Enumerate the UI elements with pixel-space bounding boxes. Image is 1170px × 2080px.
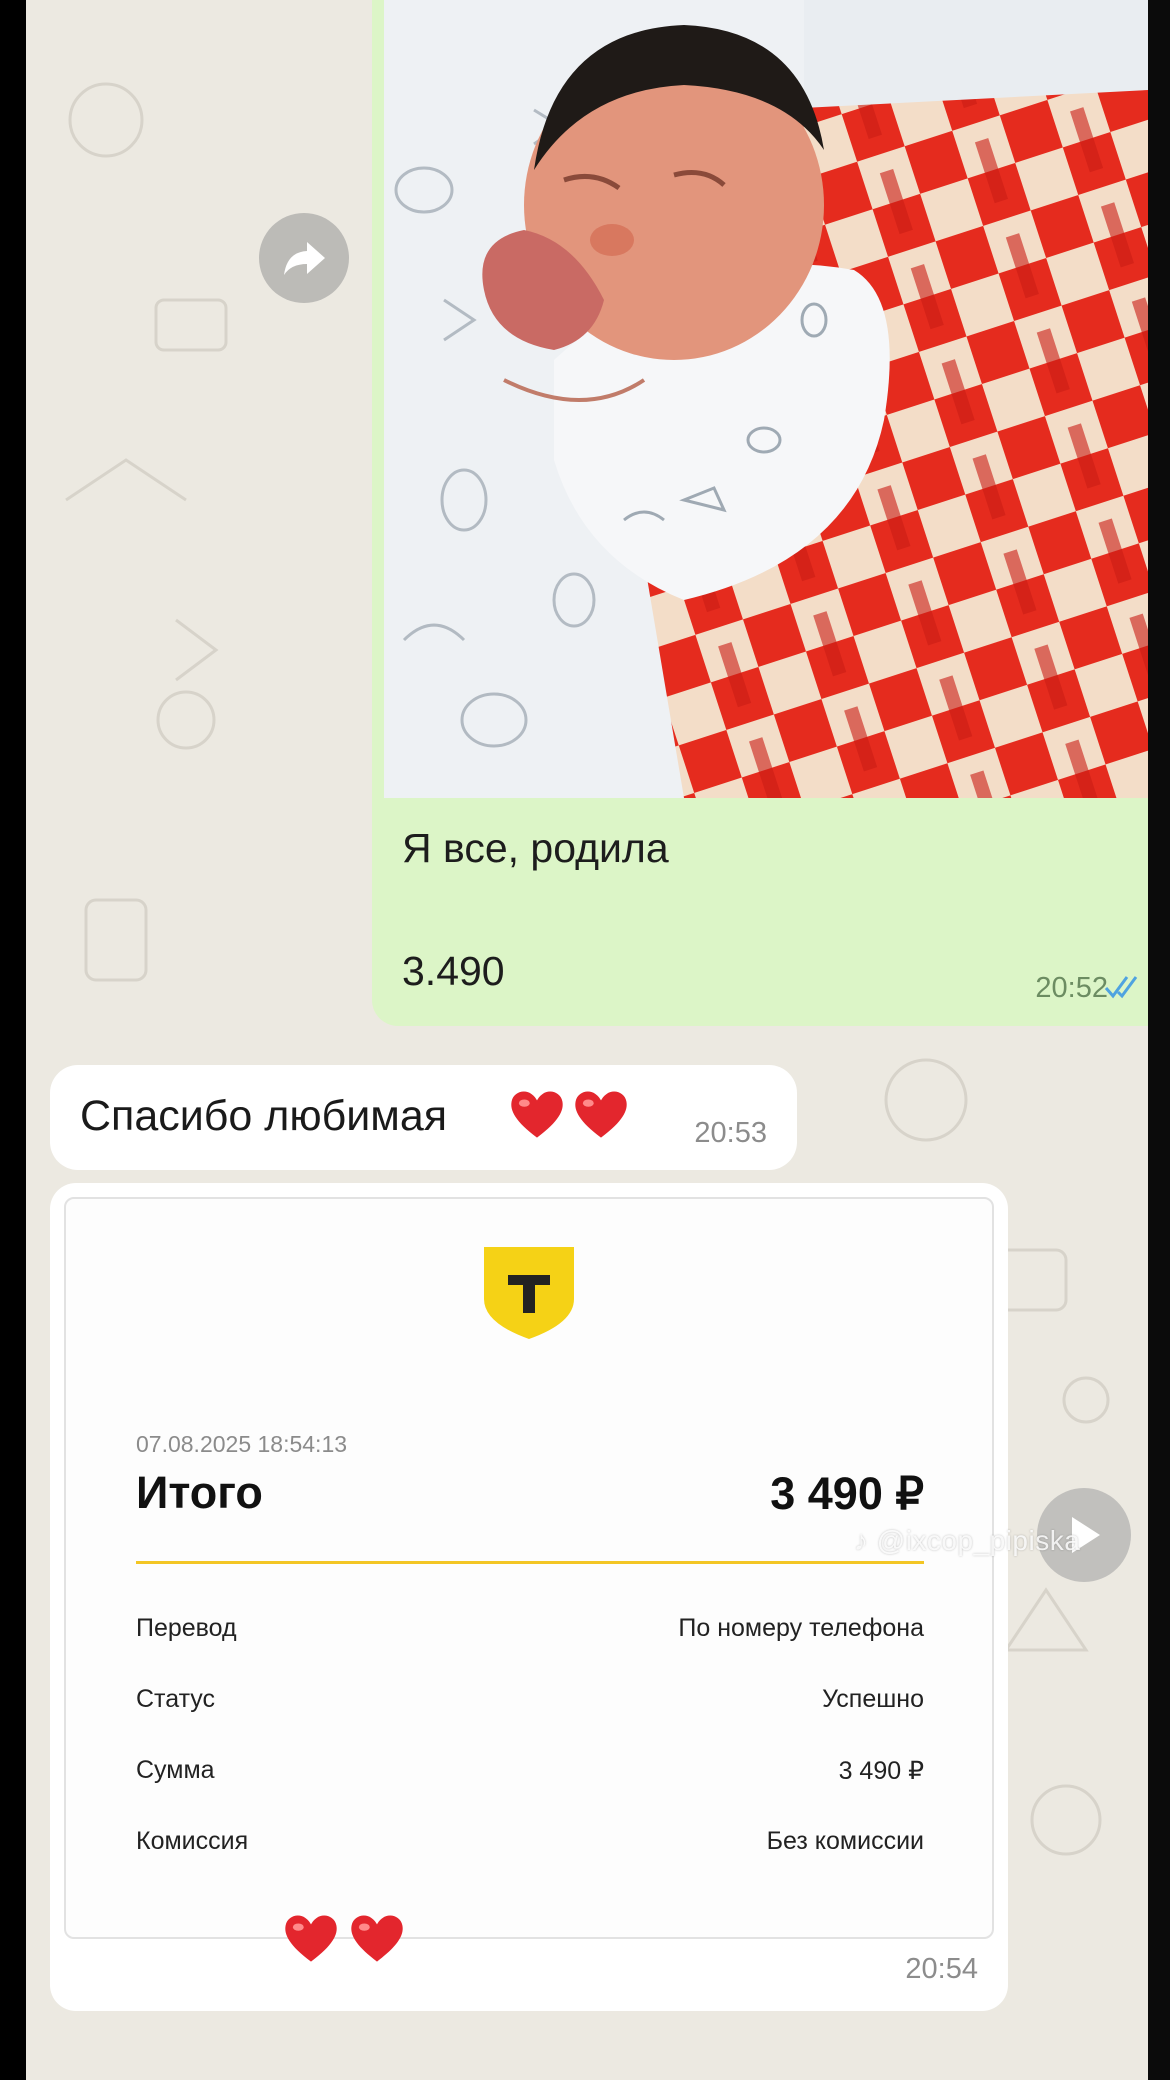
row-value: Успешно [822,1685,924,1713]
row-label: Комиссия [136,1827,249,1855]
message-text: Я все, родила [402,825,669,871]
row-label: Сумма [136,1756,215,1784]
total-amount: 3 490 ₽ [770,1468,924,1519]
incoming-message[interactable]: Спасибо любимая 20:53 [50,1065,797,1170]
heart-emojis [508,1085,630,1143]
heart-emojis [282,1909,406,1967]
accent-divider [136,1561,924,1564]
message-text: Спасибо любимая [80,1092,448,1140]
heart-icon [285,1915,337,1962]
share-forward-icon [284,242,325,275]
watermark-username: @ixcop_pipiska [876,1525,1081,1556]
double-check-read-icon [1104,976,1138,999]
message-number: 3.490 [402,948,505,994]
row-label: Перевод [136,1614,237,1642]
newborn-photo[interactable] [384,0,1148,798]
receipt-row: Перевод По номеру телефона [136,1614,924,1648]
row-label: Статус [136,1685,216,1713]
receipt-row: Сумма 3 490 ₽ [136,1756,924,1790]
receipt-row: Комиссия Без комиссии [136,1827,924,1861]
tiktok-icon: ♪ [854,1525,869,1556]
total-label: Итого [136,1467,263,1518]
payment-receipt[interactable]: 07.08.2025 18:54:13 Итого 3 490 ₽ Перево… [64,1197,994,1939]
heart-icon [575,1091,627,1138]
row-value: 3 490 ₽ [838,1757,924,1785]
receipt-datetime: 07.08.2025 18:54:13 [136,1431,348,1457]
left-black-border [0,0,26,2080]
message-time: 20:53 [694,1117,767,1149]
outgoing-message[interactable]: Я все, родила 3.490 20:52 [372,0,1148,1026]
message-time: 20:52 [1035,972,1108,1004]
message-time: 20:54 [905,1953,978,1985]
row-value: По номеру телефона [678,1614,924,1642]
bank-logo-icon [484,1247,574,1339]
row-value: Без комиссии [766,1827,924,1855]
heart-icon [511,1091,563,1138]
incoming-receipt-message[interactable]: 07.08.2025 18:54:13 Итого 3 490 ₽ Перево… [50,1183,1008,2011]
heart-icon [351,1915,403,1962]
receipt-row: Статус Успешно [136,1685,924,1719]
right-black-border [1148,0,1170,2080]
share-forward-button[interactable] [259,213,349,303]
tiktok-watermark: ♪ @ixcop_pipiska [854,1525,1080,1557]
